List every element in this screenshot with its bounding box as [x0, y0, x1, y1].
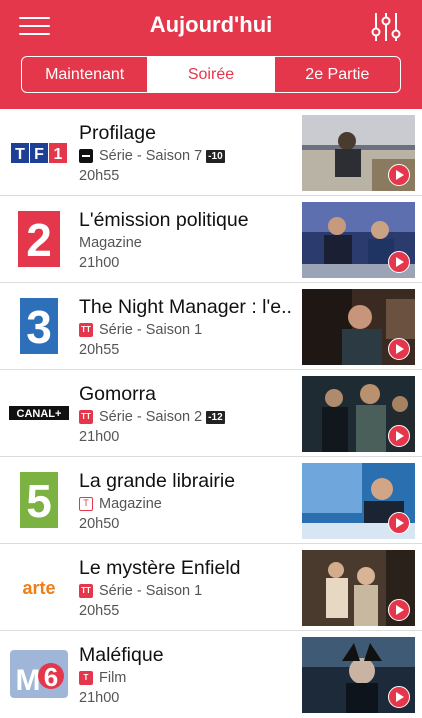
- program-time: 20h50: [79, 516, 120, 532]
- program-category: Série - Saison 1: [99, 583, 203, 599]
- age-rating-badge: -12: [206, 410, 225, 424]
- t-badge-icon: T: [79, 671, 93, 685]
- program-title: The Night Manager : l'e...: [79, 296, 293, 318]
- program-time: 21h00: [79, 690, 120, 706]
- svg-text:1: 1: [54, 146, 63, 163]
- program-category: Série - Saison 1: [99, 322, 203, 338]
- program-thumbnail[interactable]: [302, 115, 415, 191]
- program-time: 21h00: [79, 429, 120, 445]
- tab-2e-partie[interactable]: 2e Partie: [273, 57, 400, 92]
- svg-text:6: 6: [44, 662, 58, 692]
- program-thumbnail[interactable]: [302, 463, 415, 539]
- program-thumbnail[interactable]: [302, 202, 415, 278]
- program-category: Magazine: [99, 496, 162, 512]
- program-thumbnail[interactable]: [302, 550, 415, 626]
- program-title: Le mystère Enfield: [79, 557, 241, 579]
- age-rating-badge: -10: [206, 149, 225, 163]
- play-icon[interactable]: [388, 686, 410, 708]
- tab-maintenant[interactable]: Maintenant: [22, 57, 147, 92]
- program-time: 20h55: [79, 603, 120, 619]
- canalplus-logo: CANAL+: [8, 383, 70, 443]
- tt-badge-icon: TT: [79, 410, 93, 424]
- france5-logo: 5: [8, 470, 70, 530]
- program-row[interactable]: T F 1 Profilage Série - Saison 7 -10 20h5…: [0, 109, 422, 196]
- play-icon[interactable]: [388, 164, 410, 186]
- program-category: Série - Saison 7: [99, 148, 203, 164]
- play-icon[interactable]: [388, 512, 410, 534]
- france2-logo: 2: [8, 209, 70, 269]
- time-segment-control: Maintenant Soirée 2e Partie: [21, 56, 401, 93]
- program-thumbnail[interactable]: [302, 376, 415, 452]
- svg-text:5: 5: [26, 475, 52, 527]
- page-title: Aujourd'hui: [149, 12, 273, 37]
- tv-badge-icon: [79, 149, 93, 163]
- program-title: Gomorra: [79, 383, 156, 405]
- svg-text:arte: arte: [22, 578, 55, 598]
- program-category: Série - Saison 2: [99, 409, 203, 425]
- t-badge-icon: T: [79, 497, 93, 511]
- program-title: Maléfique: [79, 644, 164, 666]
- tab-soiree[interactable]: Soirée: [147, 57, 274, 92]
- program-row[interactable]: CANAL+ Gomorra TT Série - Saison 2 -12 21h…: [0, 370, 422, 457]
- program-title: Profilage: [79, 122, 156, 144]
- tf1-logo: T F 1: [8, 122, 70, 182]
- program-thumbnail[interactable]: [302, 289, 415, 365]
- svg-text:F: F: [34, 146, 44, 163]
- svg-text:T: T: [15, 146, 25, 163]
- play-icon[interactable]: [388, 338, 410, 360]
- program-list: T F 1 Profilage Série - Saison 7 -10 20h5…: [0, 109, 422, 718]
- play-icon[interactable]: [388, 599, 410, 621]
- svg-text:2: 2: [26, 214, 52, 266]
- program-title: L'émission politique: [79, 209, 249, 231]
- program-time: 20h55: [79, 342, 120, 358]
- play-icon[interactable]: [388, 425, 410, 447]
- program-time: 21h00: [79, 255, 120, 271]
- m6-logo: M 6: [8, 644, 70, 704]
- sliders-filter-icon[interactable]: [370, 11, 402, 43]
- france3-logo: 3: [8, 296, 70, 356]
- tt-badge-icon: TT: [79, 584, 93, 598]
- program-category: Magazine: [79, 235, 142, 251]
- svg-text:3: 3: [26, 301, 52, 353]
- program-row[interactable]: M 6 Maléfique T Film 21h00: [0, 631, 422, 718]
- tt-badge-icon: TT: [79, 323, 93, 337]
- program-row[interactable]: 3 The Night Manager : l'e... TT Série - S…: [0, 283, 422, 370]
- svg-text:M: M: [16, 664, 41, 697]
- arte-logo: arte: [8, 557, 70, 617]
- program-category: Film: [99, 670, 127, 686]
- program-thumbnail[interactable]: [302, 637, 415, 713]
- svg-text:CANAL+: CANAL+: [17, 408, 62, 420]
- program-row[interactable]: arte Le mystère Enfield TT Série - Saison…: [0, 544, 422, 631]
- program-title: La grande librairie: [79, 470, 236, 492]
- program-time: 20h55: [79, 168, 120, 184]
- program-row[interactable]: 5 La grande librairie T Magazine 20h50: [0, 457, 422, 544]
- play-icon[interactable]: [388, 251, 410, 273]
- app-header: Aujourd'hui Maintenant Soirée 2e Partie: [0, 0, 422, 109]
- program-row[interactable]: 2 L'émission politique Magazine 21h00: [0, 196, 422, 283]
